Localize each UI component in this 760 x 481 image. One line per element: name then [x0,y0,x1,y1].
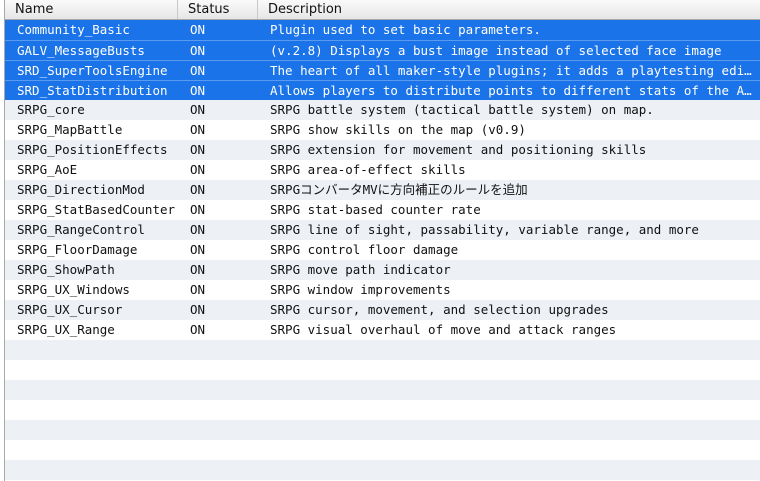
table-row[interactable]: SRPG_RangeControl ON SRPG line of sight, p… [5,220,760,240]
plugin-name-cell: GALV_MessageBusts [17,43,145,58]
table-row[interactable]: Community_Basic ON Plugin used to set basi… [5,20,760,40]
table-row[interactable]: SRPG_StatBasedCounter ON SRPG stat-based c… [5,200,760,220]
plugin-status-cell: ON [190,122,206,137]
plugin-name-cell: Community_Basic [17,22,130,37]
plugin-name-cell: SRPG_DirectionMod [17,182,145,197]
table-body: Community_Basic ON Plugin used to set basi… [5,20,760,481]
plugin-description-cell: SRPG line of sight, passability, variabl… [270,222,699,237]
plugin-description-cell: SRPG extension for movement and position… [270,142,647,157]
table-row[interactable]: SRPG_AoE ON SRPG area-of-effect skills [5,160,760,180]
table-row[interactable]: SRPG_DirectionMod ON SRPGコンバータMVに方向補正のルールを… [5,180,760,200]
plugin-name-cell: SRPG_UX_Range [17,322,115,337]
table-row[interactable]: SRD_SuperToolsEngine ON The heart of all m… [5,60,760,80]
plugin-status-cell: ON [190,22,206,37]
plugin-list-table: Name Status Description Community_Basic O… [4,0,760,481]
empty-row [5,420,760,440]
plugin-status-cell: ON [190,162,206,177]
plugin-description-cell: Allows players to distribute points to d… [270,83,760,98]
plugin-description-cell: SRPG area-of-effect skills [270,162,466,177]
plugin-name-cell: SRPG_MapBattle [17,122,123,137]
table-row[interactable]: SRPG_UX_Windows ON SRPG window improvement… [5,280,760,300]
table-row[interactable]: SRD_StatDistribution ON Allows players to … [5,80,760,100]
table-header: Name Status Description [5,0,760,20]
plugin-description-cell: SRPGコンバータMVに方向補正のルールを追加 [270,182,528,197]
table-row[interactable]: SRPG_ShowPath ON SRPG move path indicator [5,260,760,280]
plugin-description-cell: SRPG cursor, movement, and selection upg… [270,302,609,317]
plugin-status-cell: ON [190,63,206,78]
plugin-name-cell: SRPG_PositionEffects [17,142,168,157]
empty-row [5,440,760,460]
empty-row [5,400,760,420]
plugin-name-cell: SRPG_UX_Windows [17,282,130,297]
plugin-status-cell: ON [190,302,206,317]
empty-row [5,340,760,360]
plugin-name-cell: SRPG_UX_Cursor [17,302,123,317]
column-header-status[interactable]: Status [178,0,258,19]
plugin-description-cell: Plugin used to set basic parameters. [270,22,541,37]
column-header-description[interactable]: Description [258,0,760,19]
table-row[interactable]: SRPG_MapBattle ON SRPG show skills on the … [5,120,760,140]
table-row[interactable]: SRPG_UX_Cursor ON SRPG cursor, movement, a… [5,300,760,320]
empty-row [5,360,760,380]
plugin-description-cell: The heart of all maker-style plugins; it… [270,63,760,78]
plugin-name-cell: SRD_StatDistribution [17,83,168,98]
plugin-name-cell: SRPG_RangeControl [17,222,145,237]
plugin-status-cell: ON [190,202,206,217]
plugin-name-cell: SRPG_AoE [17,162,78,177]
plugin-name-cell: SRPG_StatBasedCounter [17,202,176,217]
plugin-status-cell: ON [190,102,206,117]
plugin-description-cell: SRPG window improvements [270,282,451,297]
plugin-status-cell: ON [190,262,206,277]
table-row[interactable]: SRPG_UX_Range ON SRPG visual overhaul of m… [5,320,760,340]
plugin-name-cell: SRD_SuperToolsEngine [17,63,168,78]
plugin-status-cell: ON [190,222,206,237]
plugin-description-cell: SRPG control floor damage [270,242,459,257]
plugin-name-cell: SRPG_FloorDamage [17,242,138,257]
empty-row [5,460,760,480]
plugin-status-cell: ON [190,182,206,197]
table-row[interactable]: GALV_MessageBusts ON (v.2.8) Displays a bu… [5,40,760,60]
plugin-status-cell: ON [190,142,206,157]
plugin-description-cell: (v.2.8) Displays a bust image instead of… [270,43,722,58]
plugin-status-cell: ON [190,282,206,297]
plugin-description-cell: SRPG visual overhaul of move and attack … [270,322,617,337]
plugin-description-cell: SRPG show skills on the map (v0.9) [270,122,526,137]
column-header-name[interactable]: Name [5,0,178,19]
plugin-description-cell: SRPG move path indicator [270,262,451,277]
empty-row [5,380,760,400]
plugin-status-cell: ON [190,43,206,58]
plugin-description-cell: SRPG battle system (tactical battle syst… [270,102,654,117]
table-row[interactable]: SRPG_PositionEffects ON SRPG extension for… [5,140,760,160]
table-row[interactable]: SRPG_core ON SRPG battle system (tactical … [5,100,760,120]
plugin-status-cell: ON [190,242,206,257]
plugin-name-cell: SRPG_ShowPath [17,262,115,277]
plugin-name-cell: SRPG_core [17,102,85,117]
table-row[interactable]: SRPG_FloorDamage ON SRPG control floor dam… [5,240,760,260]
plugin-description-cell: SRPG stat-based counter rate [270,202,481,217]
plugin-status-cell: ON [190,322,206,337]
plugin-status-cell: ON [190,83,206,98]
